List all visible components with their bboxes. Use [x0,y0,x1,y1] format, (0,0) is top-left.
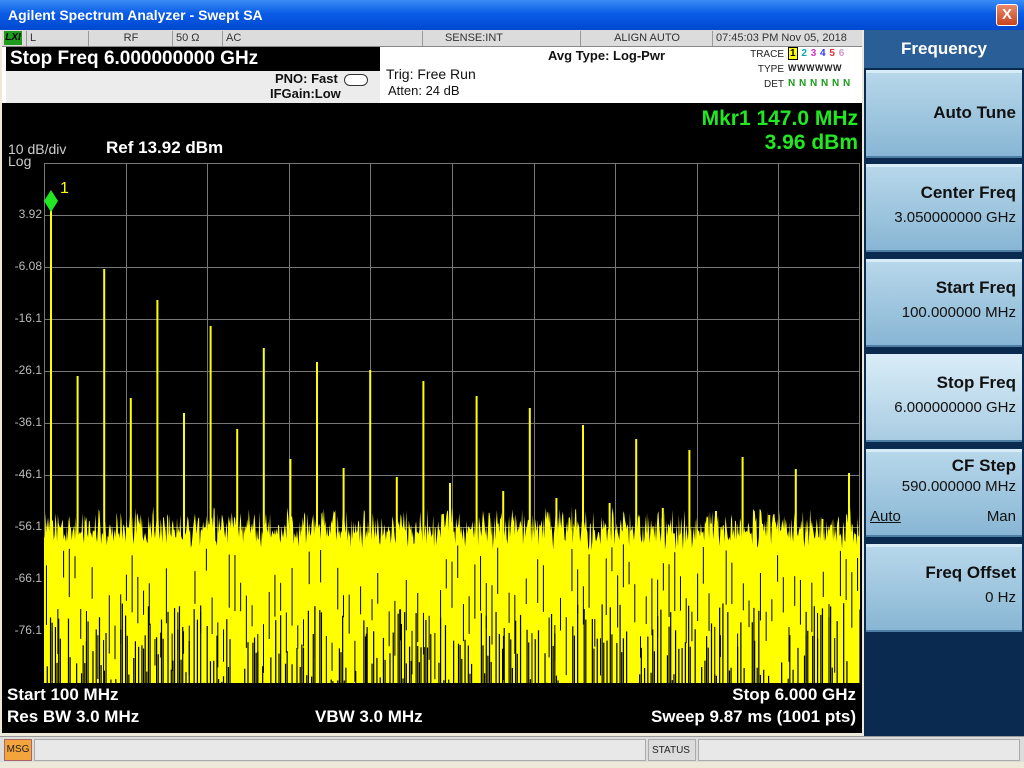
scale-type: Log [8,153,32,169]
instrument-status-row: LXI L RF 50 Ω AC SENSE:INT ALIGN AUTO 07… [2,30,862,47]
status-ac: AC [222,31,272,46]
softkey-value: 100.000000 MHz [901,304,1016,321]
y-axis-label: -66.1 [14,571,42,585]
freq-offset-softkey[interactable]: Freq Offset 0 Hz [866,544,1022,632]
pno-toggle-icon [344,74,368,86]
type-values: WWWWWW [788,63,842,73]
start-frequency-label: Start 100 MHz [7,685,119,704]
status-label[interactable]: STATUS [648,739,696,761]
status-field [698,739,1020,761]
softkey-value: 6.000000000 GHz [894,399,1016,416]
trace-label: TRACE [750,49,784,60]
measurement-header: Stop Freq 6.000000000 GHz PNO: Fast IFGa… [2,47,862,103]
window-title-bar: Agilent Spectrum Analyzer - Swept SA X [0,0,1024,30]
spectrum-plot[interactable]: 1 [44,163,860,683]
y-axis-label: -36.1 [14,415,42,429]
res-bw-label: Res BW 3.0 MHz [7,707,140,726]
trace-numbers: 1 2 3 4 5 6 [788,47,845,60]
status-rf: RF [88,31,170,46]
softkey-panel: Frequency Auto Tune Center Freq 3.050000… [864,30,1024,736]
harmonic-spikes [50,201,850,553]
active-function-stop-freq[interactable]: Stop Freq 6.000000000 GHz [6,47,380,71]
type-label: TYPE [757,64,784,75]
window-title: Agilent Spectrum Analyzer - Swept SA [8,7,263,23]
bottom-status-bar: MSG STATUS [0,736,1024,762]
y-axis-label: -46.1 [14,467,42,481]
auto-man-selector[interactable]: Auto Man [870,508,1016,525]
status-coupling-l: L [26,31,86,46]
softkey-value: 3.050000000 GHz [894,209,1016,226]
center-freq-softkey[interactable]: Center Freq 3.050000000 GHz [866,164,1022,252]
trace-6: 6 [838,48,845,59]
trace-status-box: TRACE 1 2 3 4 5 6 TYPE WWWWWW DET N N N … [742,47,860,94]
marker-diamond-icon[interactable] [44,190,58,212]
softkey-label: Center Freq [920,183,1016,202]
msg-indicator[interactable]: MSG [4,739,32,761]
start-freq-softkey[interactable]: Start Freq 100.000000 MHz [866,259,1022,347]
reference-level[interactable]: Ref 13.92 dBm [106,138,223,158]
cf-step-softkey[interactable]: CF Step 590.000000 MHz Auto Man [866,449,1022,537]
det-label: DET [764,79,784,90]
man-option[interactable]: Man [987,508,1016,525]
status-impedance: 50 Ω [172,31,220,46]
y-axis-label: -76.1 [14,623,42,637]
auto-option[interactable]: Auto [870,508,901,525]
trace-5: 5 [829,48,836,59]
trace-4: 4 [820,48,827,59]
softkey-label: CF Step [951,456,1016,475]
softkey-label: Freq Offset [925,563,1016,582]
message-field [34,739,646,761]
y-axis-label: -56.1 [14,519,42,533]
status-align: ALIGN AUTO [580,31,710,46]
sweep-time-label: Sweep 9.87 ms (1001 pts) [650,707,856,726]
softkey-value: 0 Hz [985,589,1016,606]
marker-frequency-readout: Mkr1 147.0 MHz [701,107,858,130]
attenuation-label: Atten: 24 dB [388,83,460,98]
trace-2: 2 [801,48,808,59]
det-values: N N N N N N [788,78,851,89]
lxi-icon: LXI [4,31,22,45]
trace-1: 1 [788,47,799,60]
avg-type-label: Avg Type: Log-Pwr [548,48,665,63]
spectrum-display: Mkr1 147.0 MHz 3.96 dBm 10 dB/div Log Re… [2,103,862,733]
y-axis-label: 3.92 [18,207,42,221]
softkey-label: Start Freq [935,278,1016,297]
marker-amplitude-readout: 3.96 dBm [764,131,858,154]
noise-floor-trace [44,506,860,683]
y-axis-label: -16.1 [14,311,42,325]
stop-frequency-label: Stop 6.000 GHz [732,685,856,704]
auto-tune-softkey[interactable]: Auto Tune [866,70,1022,158]
softkey-value: 590.000000 MHz [901,478,1016,495]
close-button[interactable]: X [996,4,1018,26]
status-datetime: 07:45:03 PM Nov 05, 2018 [712,31,862,46]
status-sense: SENSE:INT [422,31,522,46]
y-axis-label: -6.08 [14,259,42,273]
ifgain-label: IFGain:Low [270,86,341,101]
trigger-label: Trig: Free Run [386,66,476,82]
marker-number-label: 1 [60,180,69,197]
softkey-menu-title: Frequency [864,30,1024,68]
marker-1[interactable]: 1 [44,180,69,212]
stop-freq-softkey[interactable]: Stop Freq 6.000000000 GHz [866,354,1022,442]
vbw-label: VBW 3.0 MHz [315,707,423,726]
pno-label: PNO: Fast [275,71,338,86]
softkey-label: Auto Tune [933,103,1016,122]
y-axis-label: -26.1 [14,363,42,377]
softkey-label: Stop Freq [936,373,1016,392]
trace-3: 3 [810,48,817,59]
